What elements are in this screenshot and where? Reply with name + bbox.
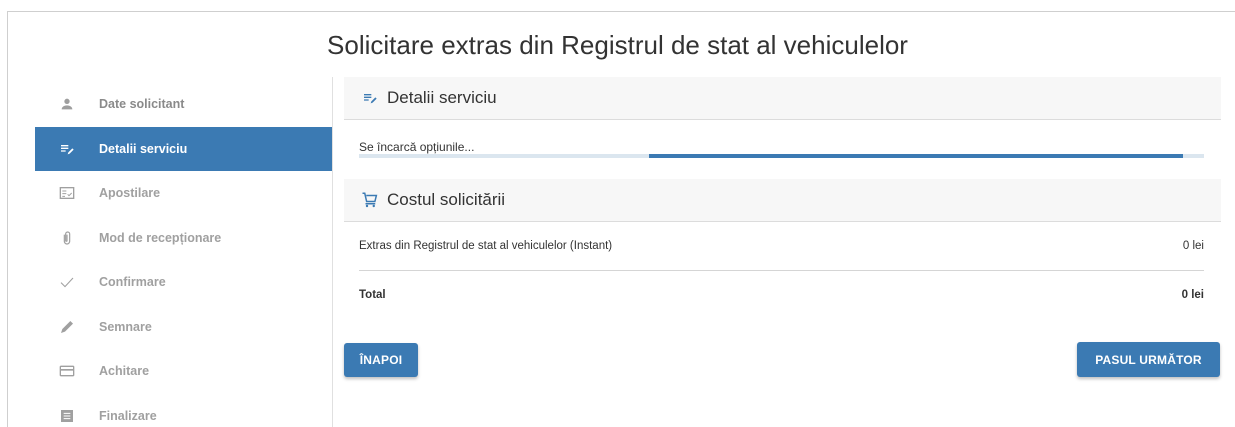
pen-icon (35, 319, 99, 335)
sidebar-item-label: Date solicitant (99, 97, 185, 112)
main-content: Detalii serviciu Se încarcă opțiunile...… (344, 77, 1221, 318)
credit-card-icon (35, 363, 99, 379)
sidebar: Date solicitant Detalii serviciu Apostil… (35, 82, 332, 427)
sidebar-item-label: Finalizare (99, 408, 157, 423)
service-section-title: Detalii serviciu (387, 88, 497, 107)
cost-total-value: 0 lei (1181, 288, 1204, 301)
loading-text: Se încarcă opțiunile... (359, 140, 475, 154)
page-title: Solicitare extras din Registrul de stat … (327, 30, 908, 60)
cost-section-header: Costul solicitării (344, 179, 1221, 222)
sidebar-item-date-solicitant[interactable]: Date solicitant (35, 82, 332, 127)
edit-list-icon (35, 141, 99, 157)
progress-bar (359, 154, 1204, 158)
sidebar-divider (332, 77, 333, 427)
sidebar-item-achitare[interactable]: Achitare (35, 349, 332, 394)
sidebar-item-detalii-serviciu[interactable]: Detalii serviciu (35, 126, 332, 171)
document-check-icon (35, 185, 99, 201)
person-icon (35, 96, 99, 112)
sidebar-item-confirmare[interactable]: Confirmare (35, 260, 332, 305)
cost-row: Extras din Registrul de stat al vehicule… (344, 222, 1221, 270)
edit-list-icon (361, 90, 379, 106)
check-icon (35, 274, 99, 290)
service-section-header: Detalii serviciu (344, 77, 1221, 120)
sidebar-item-mod-receptionare[interactable]: Mod de recepționare (35, 216, 332, 261)
cost-total-label: Total (359, 288, 386, 301)
next-step-button[interactable]: PASUL URMĂTOR (1077, 342, 1220, 377)
sidebar-item-label: Detalii serviciu (99, 141, 188, 156)
sidebar-item-label: Apostilare (99, 186, 161, 201)
progress-fill (649, 154, 1183, 158)
sidebar-item-finalizare[interactable]: Finalizare (35, 394, 332, 427)
cart-icon (361, 191, 379, 209)
cost-section-title: Costul solicitării (387, 190, 506, 209)
cost-row-value: 0 lei (1182, 240, 1204, 252)
sidebar-item-label: Confirmare (99, 275, 166, 290)
cost-total-row: Total 0 lei (344, 271, 1221, 318)
sidebar-item-label: Semnare (99, 319, 152, 334)
sidebar-item-semnare[interactable]: Semnare (35, 305, 332, 350)
sidebar-item-label: Mod de recepționare (99, 230, 222, 245)
paperclip-icon (35, 229, 99, 247)
cost-row-label: Extras din Registrul de stat al vehicule… (359, 240, 613, 252)
list-document-icon (35, 408, 99, 424)
sidebar-item-apostilare[interactable]: Apostilare (35, 171, 332, 216)
loading-area: Se încarcă opțiunile... (344, 120, 1221, 179)
sidebar-item-label: Achitare (99, 364, 150, 379)
back-button[interactable]: ÎNAPOI (344, 343, 418, 377)
